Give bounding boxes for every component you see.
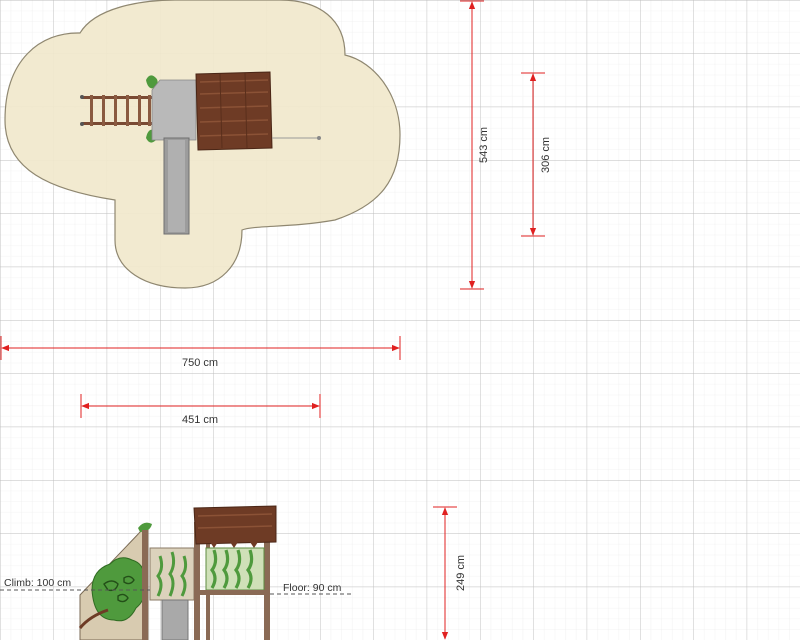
elevation-slide	[161, 599, 189, 640]
overall-depth-label: 543 cm	[478, 127, 490, 163]
climb-level-label: Climb: 100 cm	[4, 577, 71, 589]
plan-roof	[195, 71, 273, 151]
equipment-height-label: 249 cm	[455, 555, 467, 591]
elevation-roof	[193, 505, 277, 545]
equipment-width-label: 451 cm	[182, 414, 218, 426]
elevation-post-left	[142, 530, 148, 640]
overall-width-label: 750 cm	[182, 357, 218, 369]
plan-slide	[163, 137, 190, 235]
floor-level-label: Floor: 90 cm	[283, 582, 342, 594]
playground-drawing: 750 cm 451 cm 543 cm 306 cm 249 cm Climb…	[0, 0, 800, 640]
equipment-depth-label: 306 cm	[540, 137, 552, 173]
elevation-floor-deck	[194, 590, 270, 595]
plan-deck	[151, 79, 197, 141]
